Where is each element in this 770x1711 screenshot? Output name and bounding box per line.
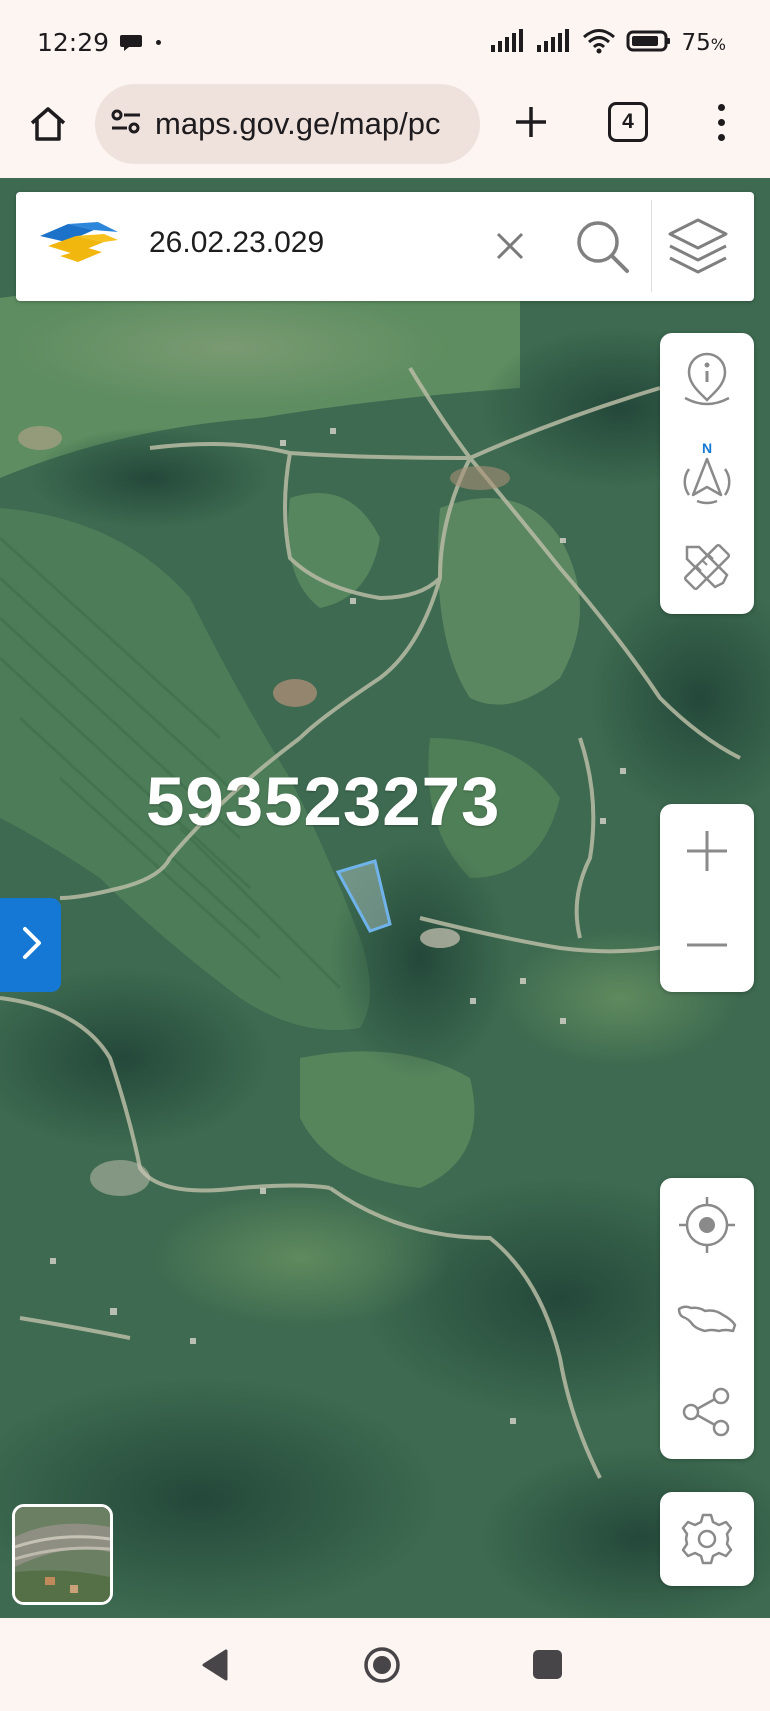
divider (651, 200, 652, 292)
zoom-in-icon[interactable] (660, 804, 754, 898)
locate-icon[interactable] (660, 1178, 754, 1272)
zoom-controls (660, 804, 754, 992)
share-icon[interactable] (660, 1365, 754, 1459)
system-navigation-bar (0, 1618, 770, 1711)
home-icon[interactable] (22, 98, 74, 150)
wifi-icon (582, 28, 616, 59)
status-icons: 75% (490, 28, 726, 58)
battery-percent: 75% (681, 30, 726, 56)
location-tools-card (660, 1178, 754, 1459)
settings-card (660, 1492, 754, 1586)
parcel-id-label: 593523273 (146, 763, 501, 840)
search-panel: 26.02.23.029 (16, 192, 754, 301)
chevron-right-icon (17, 923, 45, 968)
map-tools-card: N (660, 333, 754, 614)
browser-toolbar: maps.gov.ge/map/pc 4 (0, 78, 770, 178)
layers-icon[interactable] (666, 216, 730, 278)
map-view[interactable]: 26.02.23.029 N 593523273 (0, 178, 770, 1618)
napr-logo (38, 220, 120, 269)
basemap-switcher[interactable] (12, 1504, 113, 1605)
battery-icon (626, 29, 672, 58)
tab-count: 4 (622, 110, 634, 133)
address-bar[interactable]: maps.gov.ge/map/pc (95, 84, 480, 164)
more-vert-icon[interactable] (706, 96, 736, 148)
zoom-out-icon[interactable] (660, 898, 754, 992)
status-bar: 12:29 75% (0, 0, 770, 78)
plus-icon[interactable] (505, 96, 557, 148)
settings-icon[interactable] (660, 1492, 754, 1586)
back-icon[interactable] (200, 1648, 230, 1687)
home-circle-icon[interactable] (362, 1645, 402, 1690)
search-query[interactable]: 26.02.23.029 (149, 226, 324, 260)
search-icon[interactable] (574, 218, 632, 276)
signal-icon (490, 28, 526, 58)
basemap-preview-image (15, 1507, 110, 1602)
message-bubble-icon (119, 33, 143, 58)
info-icon[interactable] (660, 333, 754, 427)
url-text: maps.gov.ge/map/pc (155, 106, 441, 141)
compass-north-icon[interactable]: N (660, 427, 754, 521)
compass-letter: N (702, 440, 712, 456)
measure-icon[interactable] (660, 520, 754, 614)
tab-switcher-button[interactable]: 4 (608, 102, 648, 142)
signal-icon (536, 28, 572, 58)
recents-icon[interactable] (533, 1650, 562, 1679)
close-icon[interactable] (490, 226, 530, 266)
status-time: 12:29 (37, 28, 110, 57)
expand-panel-button[interactable] (0, 898, 61, 992)
notification-dot (156, 40, 161, 45)
georgia-map-icon[interactable] (660, 1272, 754, 1366)
site-settings-icon[interactable] (111, 109, 141, 140)
satellite-imagery (0, 178, 770, 1618)
